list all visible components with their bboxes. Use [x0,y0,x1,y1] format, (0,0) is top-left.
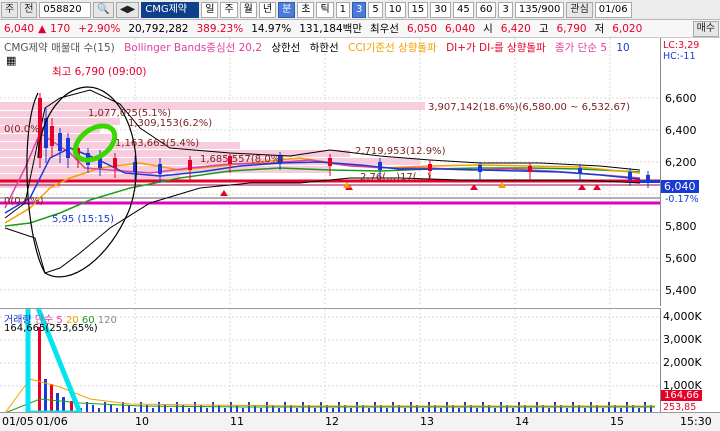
high-note: 최고 6,790 (09:00) [52,66,147,78]
high-price: 6,790 [556,22,587,35]
unit-input[interactable]: 3 [498,1,513,18]
price-tick-6200: 6,200 [665,156,697,169]
open-label: 시 [483,23,493,35]
period-minute[interactable]: 분 [278,1,296,18]
x-label-11: 11 [230,415,244,428]
legend-cci: CCI기준선 상향돌파 [348,42,437,54]
open-price: 6,420 [500,22,531,35]
vol-tick-3000: 3,000K [663,333,702,346]
quote-bar: 6,040 ▲ 170 +2.90% 20,792,282 389.23% 14… [0,20,720,38]
period-month[interactable]: 월 [239,1,257,18]
high-label: 고 [538,23,549,35]
volume-current-tag: 164,66 [661,390,702,401]
price-tick-6400: 6,400 [665,124,697,137]
time-axis: 01/05 01/06 10 11 12 13 14 15 15:30 [0,412,720,431]
interval-5[interactable]: 5 [368,1,383,18]
legend-ma10: 10 [616,42,630,54]
low-note: 5,95 (15:15) [52,214,115,225]
stock-code-input[interactable]: 058820 [39,1,92,18]
favorite-button[interactable]: 관심 [566,1,593,18]
x-label-15: 15 [610,415,624,428]
turnover: 14.97% [251,22,292,35]
interval-3[interactable]: 3 [352,1,367,18]
up-arrow-icon: ▲ [38,22,47,35]
period-tick[interactable]: 틱 [316,1,334,18]
price-tick-6600: 6,600 [665,92,697,105]
period-second[interactable]: 초 [297,1,315,18]
legend-lower: 하한선 [309,42,339,54]
prev-button[interactable]: 전 [20,1,38,18]
band-label-2: 2,719,953(12.9%) [355,146,446,157]
band-label-4: 1,163,663(5.4%) [115,138,200,149]
legend-close-ma: 종가 단순 5 [555,42,608,54]
legend-title: CMG제약 매물대 수(15) [4,42,115,54]
interval-15[interactable]: 15 [407,1,429,18]
band-label-6: 1,077,0?5(5.1%) [88,108,172,119]
interval-1[interactable]: 1 [335,1,351,18]
legend-upper: 상한선 [271,42,301,54]
settings-icon[interactable]: ▦ [6,54,16,67]
volume: 20,792,282 [128,22,189,35]
vol-tick-2000: 2,000K [663,356,702,369]
period-year[interactable]: 년 [258,1,277,18]
buy-button[interactable]: 매수 [692,20,719,37]
band-label-7: 2,76(…)17(…) [360,172,431,183]
hc-label: HC:-11 [663,51,696,62]
lc-label: LC:3,29 [663,40,700,51]
period-day[interactable]: 일 [201,1,219,18]
x-label-10: 10 [135,415,149,428]
interval-60[interactable]: 60 [475,1,497,18]
x-label-14: 14 [515,415,529,428]
play-icon[interactable]: ◀▶ [115,1,140,18]
volume-ratio: 389.23% [196,22,244,35]
price-tick-5400: 5,400 [665,284,697,297]
band-label-1: 3,907,142(18.6%)(6,580.00 ~ 6,532.67) [428,102,631,113]
interval-30[interactable]: 30 [430,1,451,18]
period-week[interactable]: 주 [220,1,238,18]
legend-bollinger: Bollinger Bands중심선 20,2 [124,42,263,54]
interval-45[interactable]: 45 [453,1,474,18]
chart-toolbar: 주 전 058820 🔍 ◀▶ CMG제약 일 주 월 년 분 초 틱 1 3 … [0,0,720,20]
volume-peak-note: 164,665(253,65%) [4,323,98,334]
price-change: 170 [50,22,71,35]
change-rate: +2.90% [78,22,121,35]
price-chart-panel[interactable]: CMG제약 매물대 수(15) Bollinger Bands중심선 20,2 … [0,38,661,306]
low-label: 저 [594,23,605,35]
legend-di: DI+가 DI-를 상향돌파 [446,42,546,54]
x-label-13: 13 [420,415,434,428]
vol-tick-4000: 4,000K [663,310,702,323]
x-label-1530: 15:30 [680,415,712,428]
price-tick-5600: 5,600 [665,252,697,265]
zero-label: 0(0.0%) [4,124,44,135]
x-label-0106: 01/06 [36,415,68,428]
current-price-tag: 6,040 [661,180,699,193]
small-label: 0(0.0%) [4,196,44,207]
date-input[interactable]: 01/06 [594,1,632,18]
interval-10[interactable]: 10 [384,1,406,18]
chart-legend: CMG제약 매물대 수(15) Bollinger Bands중심선 20,2 … [4,40,636,55]
trade-amount: 131,184백만 [299,23,362,35]
current-pct: -0.17% [665,194,699,205]
price-axis: LC:3,29 HC:-11 6,600 6,400 6,200 6,040 -… [661,38,720,413]
count-display: 135/900 [514,1,565,18]
volume-panel[interactable]: 거래량 단순 5 20 60 120 164,665(253,65%) [0,282,661,416]
stock-name: CMG제약 [141,1,200,18]
band-label-3: 1,685,557(8.0%) [200,154,285,165]
low-price: 6,020 [612,22,643,35]
best-label: 최우선 [369,23,399,35]
band-label-5: 1,309,153(6.2%) [128,118,213,129]
current-price: 6,040 [4,22,35,35]
bid-price: 6,040 [445,22,476,35]
price-tick-5800: 5,800 [665,220,697,233]
volume-ma-120: 120 [97,315,117,326]
x-label-12: 12 [325,415,339,428]
ask-price: 6,050 [406,22,438,35]
chart-type-select[interactable]: 주 [1,1,19,18]
search-icon[interactable]: 🔍 [93,1,114,18]
x-label-0105: 01/05 [2,415,34,428]
